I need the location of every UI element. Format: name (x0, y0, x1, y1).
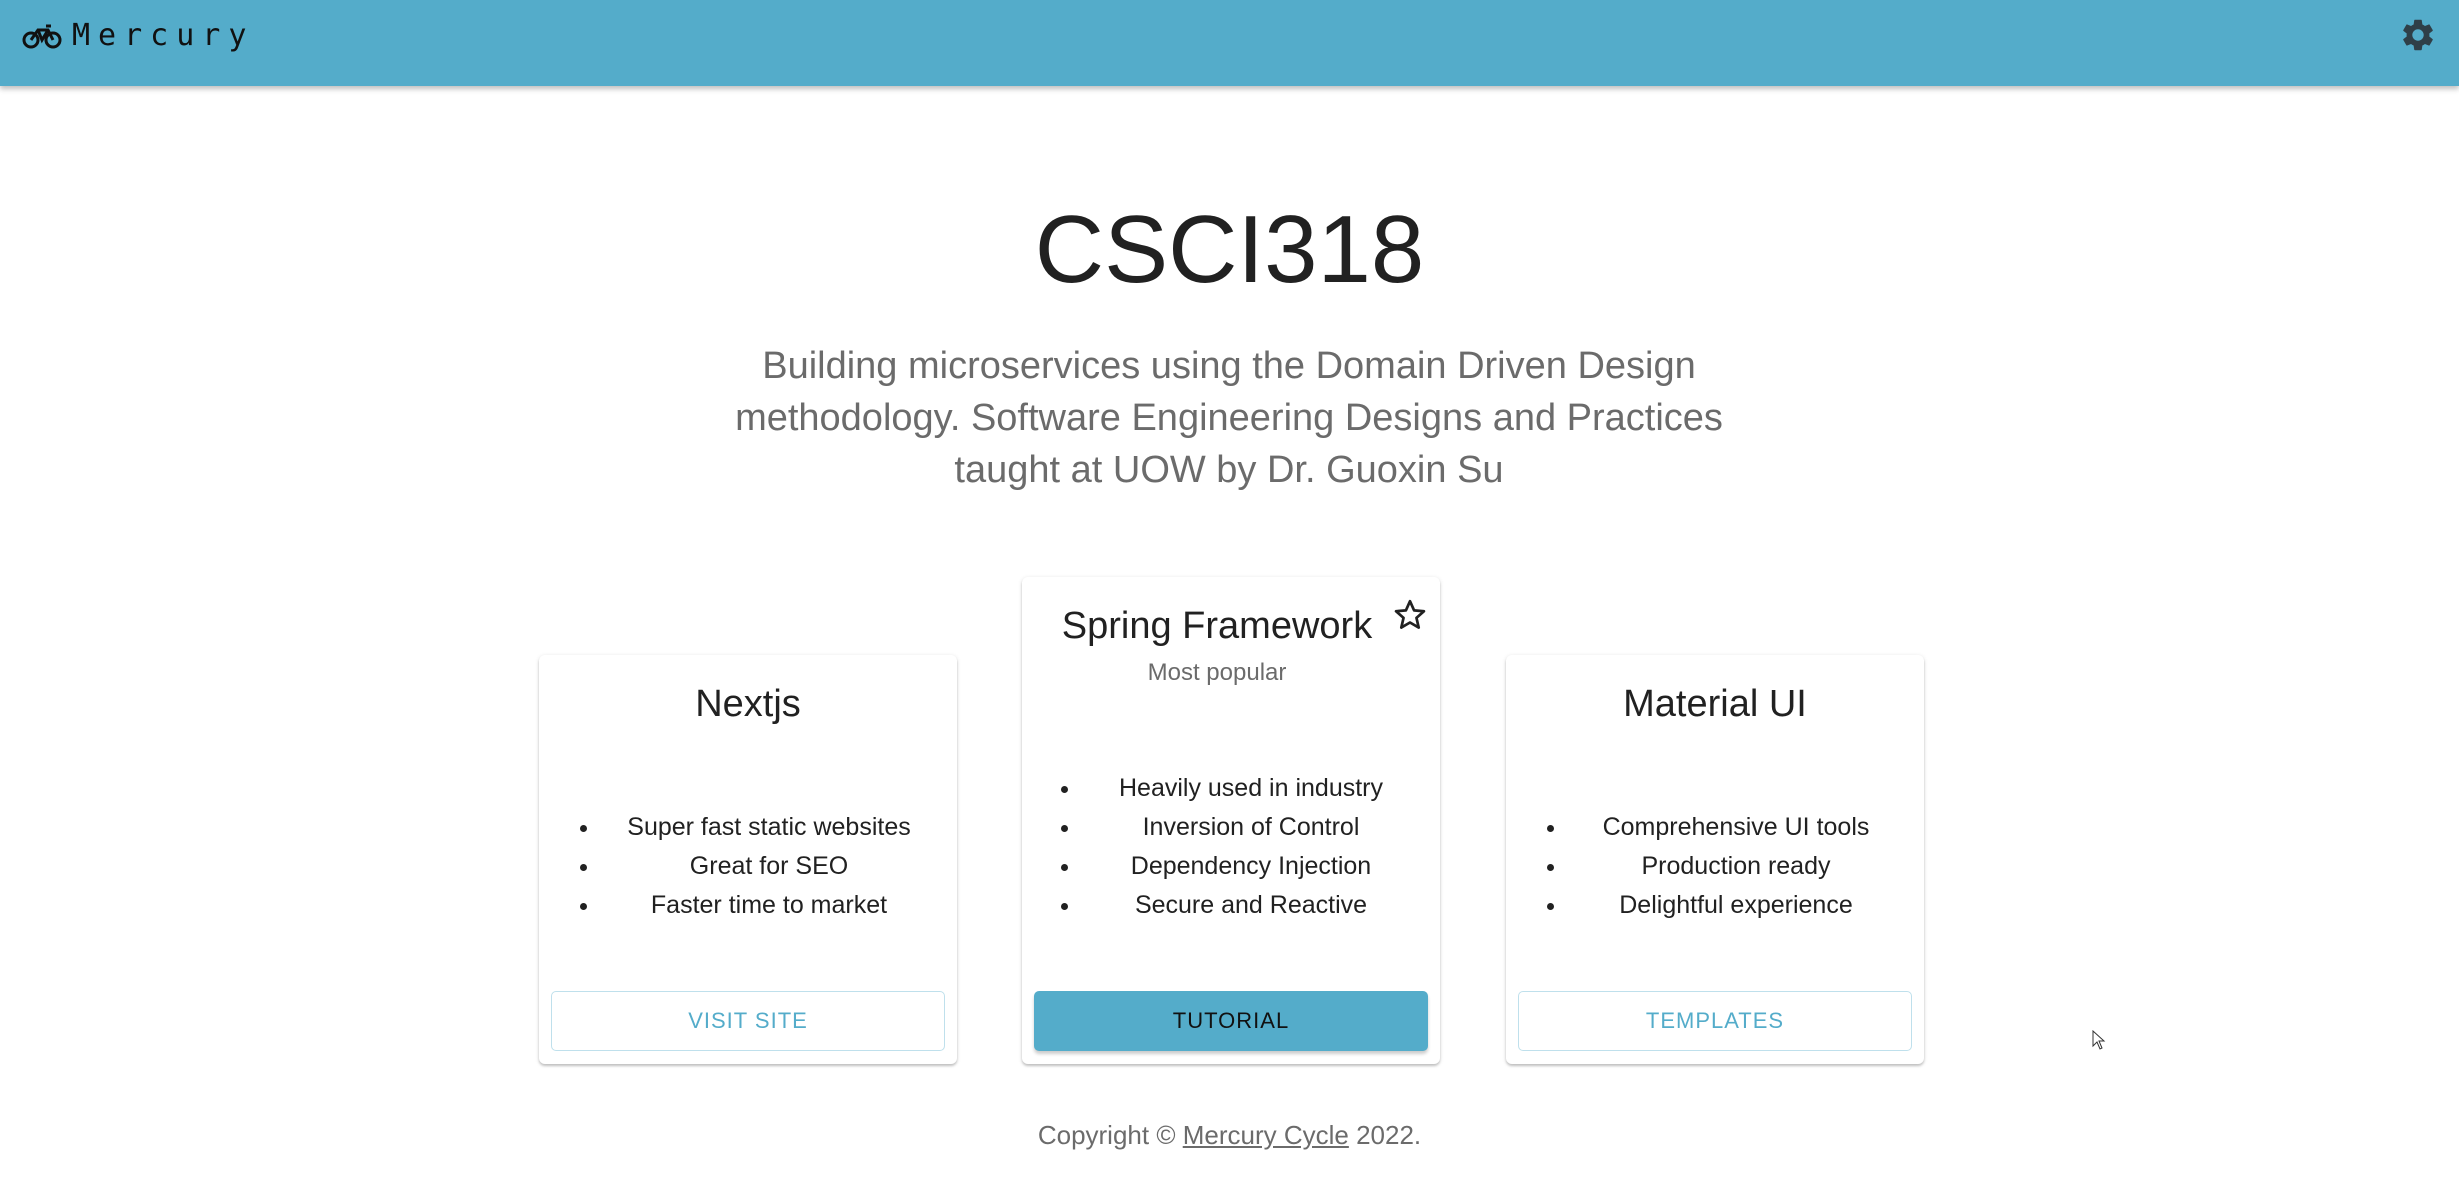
list-item: Heavily used in industry (1082, 769, 1420, 808)
list-item: Secure and Reactive (1082, 886, 1420, 925)
gear-icon[interactable] (2399, 16, 2437, 54)
brand[interactable]: Mercury (22, 18, 254, 53)
mercury-cycle-link[interactable]: Mercury Cycle (1183, 1120, 1349, 1150)
feature-list: Super fast static websites Great for SEO… (571, 808, 937, 925)
list-item: Inversion of Control (1082, 808, 1420, 847)
feature-list: Comprehensive UI tools Production ready … (1538, 808, 1904, 925)
mouse-cursor-icon (2092, 1030, 2106, 1050)
card-material-ui: Material UI Comprehensive UI tools Produ… (1506, 655, 1924, 1064)
list-item: Great for SEO (601, 847, 937, 886)
card-title: Nextjs (695, 683, 801, 725)
app-bar: Mercury (0, 0, 2459, 86)
list-item: Super fast static websites (601, 808, 937, 847)
list-item: Delightful experience (1568, 886, 1904, 925)
feature-list: Heavily used in industry Inversion of Co… (1052, 769, 1420, 925)
visit-site-button[interactable]: VISIT SITE (551, 991, 945, 1051)
star-outline-icon (1394, 599, 1426, 629)
card-subtitle: Most popular (1147, 659, 1287, 686)
bicycle-icon (22, 24, 62, 48)
list-item: Faster time to market (601, 886, 937, 925)
brand-name: Mercury (72, 18, 255, 53)
list-item: Production ready (1568, 847, 1904, 886)
footer: Copyright © Mercury Cycle 2022. (0, 1120, 2459, 1151)
copyright-prefix: Copyright © (1037, 1120, 1183, 1150)
copyright-suffix: 2022. (1348, 1120, 1422, 1150)
card-spring-framework: Spring Framework Most popular Heavily us… (1022, 577, 1440, 1064)
tutorial-button[interactable]: TUTORIAL (1034, 991, 1428, 1051)
card-nextjs: Nextjs Super fast static websites Great … (539, 655, 957, 1064)
card-title: Spring Framework (1061, 605, 1373, 647)
page-title: CSCI318 (1034, 196, 1425, 303)
templates-button[interactable]: TEMPLATES (1518, 991, 1912, 1051)
card-title: Material UI (1623, 683, 1807, 725)
list-item: Dependency Injection (1082, 847, 1420, 886)
page-subtitle: Building microservices using the Domain … (735, 345, 1723, 491)
list-item: Comprehensive UI tools (1568, 808, 1904, 847)
